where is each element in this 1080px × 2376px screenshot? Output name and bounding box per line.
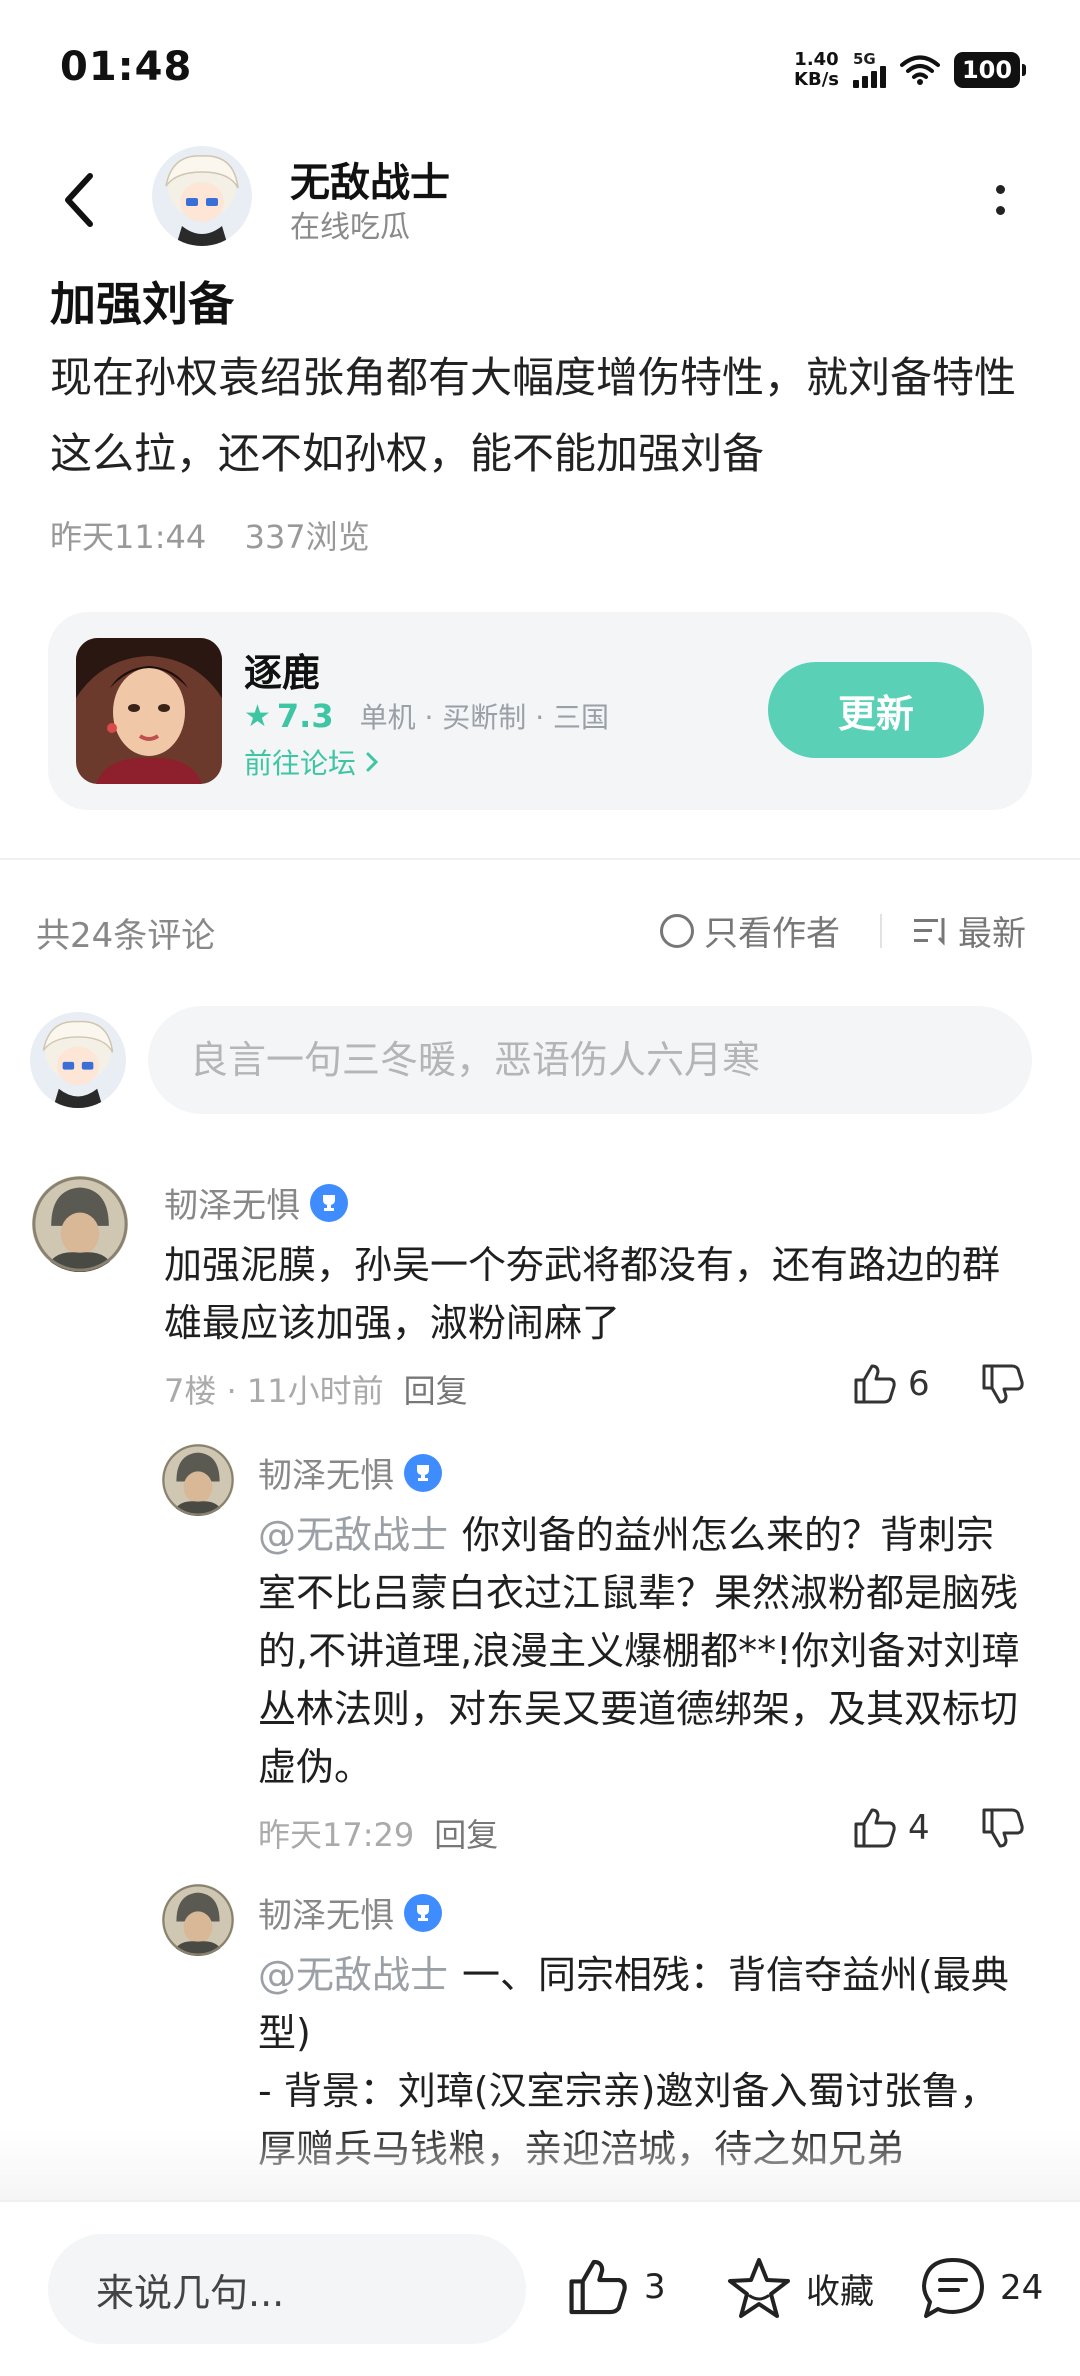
trophy-badge-icon <box>310 1183 348 1222</box>
like-button[interactable]: 4 <box>852 1806 930 1850</box>
post-views: 337浏览 <box>244 518 370 556</box>
dislike-button[interactable] <box>980 1362 1026 1410</box>
network-speed-unit: KB/s <box>794 69 839 90</box>
scroll-fade <box>0 2130 1080 2200</box>
thumbs-down-icon <box>982 1364 1024 1404</box>
game-card[interactable]: 逐鹿 ★ 7.3 单机 · 买断制 · 三国 前往论坛 更新 <box>48 612 1032 810</box>
vertical-separator <box>880 914 882 948</box>
reply-text: @无敌战士 你刘备的益州怎么来的？背刺宗室不比吕蒙白衣过江鼠辈？果然淑粉都是脑残的… <box>258 1506 1028 1796</box>
only-author-label: 只看作者 <box>704 914 840 954</box>
status-icons: 1.40 KB/s 5G 100 <box>794 50 1026 90</box>
like-button[interactable]: 6 <box>852 1362 930 1406</box>
author-avatar[interactable] <box>152 146 252 246</box>
signal-icon: 5G <box>853 52 886 88</box>
sort-button[interactable]: 最新 <box>914 906 1026 955</box>
sort-icon <box>914 917 945 946</box>
comments-total: 24 <box>1000 2268 1044 2308</box>
network-speed-value: 1.40 <box>794 49 839 70</box>
replier-avatar[interactable] <box>162 1884 234 1956</box>
post-header: 无敌战士 在线吃瓜 <box>0 140 1080 270</box>
post-body: 现在孙权袁绍张角都有大幅度增伤特性，就刘备特性这么拉，还不如孙权，能不能加强刘备 <box>50 353 1017 478</box>
dot <box>995 185 1005 194</box>
say-something-input[interactable]: 来说几句... <box>48 2234 526 2344</box>
dislike-button[interactable] <box>980 1806 1026 1854</box>
update-button[interactable]: 更新 <box>768 662 984 758</box>
author-name[interactable]: 无敌战士 <box>290 150 450 208</box>
game-rating: 7.3 <box>276 697 334 735</box>
status-time: 01:48 <box>60 44 193 90</box>
reply-item: 韧泽无惧 @无敌战士 你刘备的益州怎么来的？背刺宗室不比吕蒙白衣过江鼠辈？果然淑粉… <box>0 1440 1080 1860</box>
network-type: 5G <box>853 50 876 68</box>
post-like-button[interactable]: 3 <box>566 2256 666 2318</box>
battery-level: 100 <box>961 56 1013 84</box>
mention-link[interactable]: @无敌战士 <box>258 1513 448 1557</box>
more-options-button[interactable] <box>960 160 1040 240</box>
game-tags: 单机 · 买断制 · 三国 <box>359 701 609 734</box>
thumbs-up-icon <box>854 1808 896 1848</box>
like-count: 4 <box>908 1808 930 1848</box>
sort-label: 最新 <box>958 914 1026 954</box>
replier-name-row[interactable]: 韧泽无惧 <box>258 1448 442 1497</box>
commenter-name: 韧泽无惧 <box>164 1186 300 1226</box>
section-divider <box>0 858 1080 860</box>
reply-button[interactable]: 回复 <box>404 1366 468 1412</box>
back-button[interactable] <box>40 160 120 240</box>
commenter-name-row[interactable]: 韧泽无惧 <box>164 1178 348 1227</box>
reply-meta: 昨天17:29 回复 <box>258 1810 498 1856</box>
game-icon[interactable] <box>76 638 222 784</box>
trophy-badge-icon <box>404 1893 442 1932</box>
forum-link[interactable]: 前往论坛 <box>244 742 380 782</box>
post-like-count: 3 <box>644 2267 666 2307</box>
thumbs-up-icon <box>854 1364 896 1404</box>
comment-input[interactable] <box>148 1006 1032 1114</box>
star-icon: ★ <box>244 698 271 734</box>
favorite-label: 收藏 <box>806 2271 874 2312</box>
reply-button[interactable]: 回复 <box>434 1810 498 1856</box>
post-title: 加强刘备 <box>50 277 234 331</box>
only-author-toggle[interactable]: 只看作者 <box>660 906 840 955</box>
thumbs-up-icon <box>569 2259 627 2315</box>
comment-bubble-icon <box>922 2258 984 2318</box>
comments-button[interactable]: 24 <box>920 2256 1043 2320</box>
my-avatar <box>30 1012 126 1108</box>
chevron-left-icon <box>65 173 93 227</box>
game-name[interactable]: 逐鹿 <box>244 642 320 697</box>
battery-icon: 100 <box>954 52 1026 88</box>
comment-item: 韧泽无惧 加强泥膜，孙吴一个夯武将都没有，还有路边的群雄最应该加强，淑粉闹麻了 … <box>0 1170 1080 1420</box>
thumbs-down-icon <box>982 1808 1024 1848</box>
post-meta: 昨天11:44 337浏览 <box>50 512 370 558</box>
dot <box>995 206 1005 215</box>
replier-name: 韧泽无惧 <box>258 1896 394 1936</box>
replier-name-row[interactable]: 韧泽无惧 <box>258 1888 442 1937</box>
post-time: 昨天11:44 <box>50 518 207 556</box>
replier-avatar[interactable] <box>162 1444 234 1516</box>
chevron-right-icon <box>366 752 379 772</box>
comment-text: 加强泥膜，孙吴一个夯武将都没有，还有路边的群雄最应该加强，淑粉闹麻了 <box>164 1243 1001 1345</box>
say-placeholder: 来说几句... <box>96 2270 285 2315</box>
wifi-icon <box>900 55 940 85</box>
status-bar: 01:48 1.40 KB/s 5G 100 <box>0 0 1080 140</box>
commenter-avatar[interactable] <box>32 1176 128 1272</box>
author-subtitle: 在线吃瓜 <box>290 210 410 245</box>
network-speed: 1.40 KB/s <box>794 50 839 90</box>
bottom-action-bar: 来说几句... 3 收藏 24 <box>0 2200 1080 2376</box>
star-outline-icon <box>728 2258 790 2318</box>
mention-link[interactable]: @无敌战士 <box>258 1953 448 1997</box>
comments-count: 共24条评论 <box>36 916 216 956</box>
favorite-button[interactable]: 收藏 <box>726 2256 874 2320</box>
radio-circle-icon <box>660 913 694 948</box>
replier-name: 韧泽无惧 <box>258 1456 394 1496</box>
comment-time: 11小时前 <box>246 1372 384 1410</box>
comment-meta: 7楼 · 11小时前 回复 <box>164 1366 468 1412</box>
trophy-badge-icon <box>404 1453 442 1492</box>
comment-floor: 7楼 <box>164 1372 217 1410</box>
like-count: 6 <box>908 1364 930 1404</box>
reply-time: 昨天17:29 <box>258 1816 415 1854</box>
game-rating-row: ★ 7.3 单机 · 买断制 · 三国 <box>244 696 609 736</box>
forum-link-label: 前往论坛 <box>244 747 357 780</box>
